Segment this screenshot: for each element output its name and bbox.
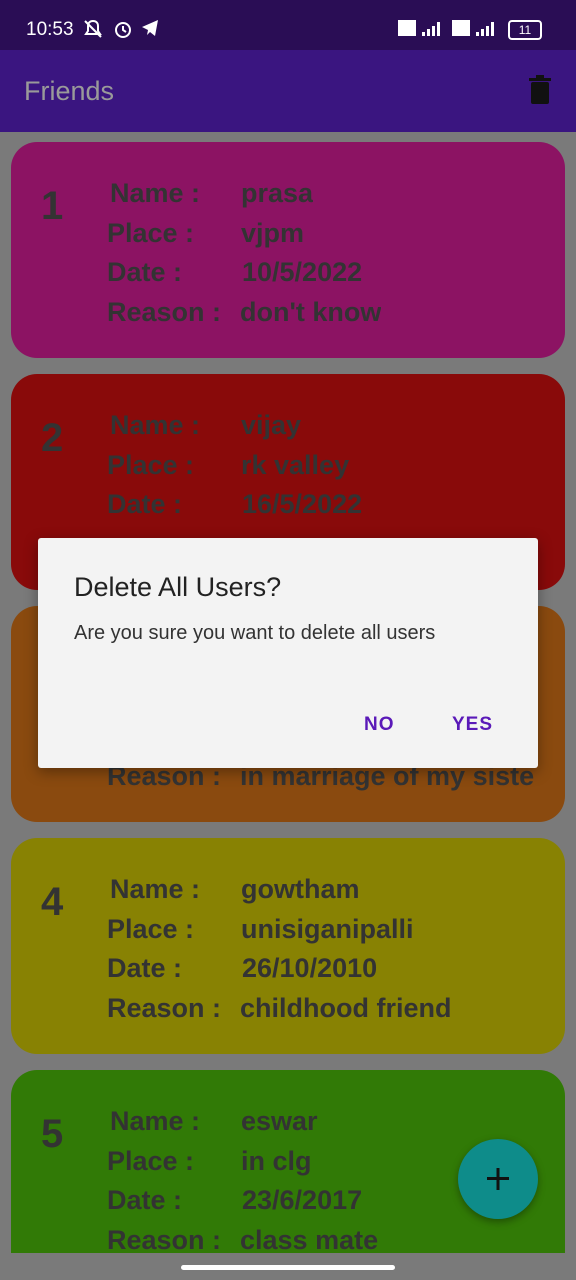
name-value: eswar (241, 1106, 318, 1136)
reason-label: Reason : (107, 1225, 222, 1253)
battery-level: 11 (518, 23, 532, 37)
name-value: gowtham (241, 874, 360, 904)
name-value: vijay (241, 410, 302, 440)
alarm-icon (115, 22, 131, 38)
reason-value: don't know (240, 297, 382, 327)
reason-value: childhood friend (240, 993, 452, 1023)
item-number: 5 (41, 1112, 64, 1156)
place-label: Place : (107, 1146, 195, 1176)
place-label: Place : (107, 450, 195, 480)
delete-all-icon[interactable] (526, 74, 554, 106)
volte-signal-icon (398, 20, 440, 36)
app-bar: Friends (0, 50, 576, 132)
item-number: 2 (41, 416, 64, 460)
reason-value: class mate (240, 1225, 379, 1253)
volte-signal-icon-2 (452, 20, 494, 36)
name-label: Name : (110, 410, 201, 440)
date-label: Date : (107, 489, 183, 519)
reason-label: Reason : (107, 993, 222, 1023)
battery-icon: 11 (508, 20, 542, 40)
place-value: in clg (241, 1146, 312, 1176)
place-label: Place : (107, 914, 195, 944)
dialog-message: Are you sure you want to delete all user… (74, 622, 436, 644)
telegram-icon (142, 20, 158, 36)
home-handle[interactable] (181, 1265, 395, 1270)
status-bar: 10:53 11 (0, 0, 576, 50)
list-item[interactable]: 4 Name : Place : Date : Reason : gowtham… (11, 838, 565, 1054)
bell-off-icon (84, 19, 102, 38)
date-value: 26/10/2010 (242, 953, 378, 983)
item-number: 1 (41, 184, 64, 228)
date-label: Date : (107, 953, 183, 983)
date-value: 23/6/2017 (242, 1185, 363, 1215)
list-item[interactable]: 1 Name : Place : Date : Reason : prasa v… (11, 142, 565, 358)
date-value: 10/5/2022 (242, 257, 363, 287)
yes-button[interactable]: YES (452, 714, 493, 736)
add-friend-button[interactable] (458, 1139, 538, 1219)
reason-label: Reason : (107, 297, 222, 327)
date-value: 16/5/2022 (242, 489, 363, 519)
place-value: rk valley (241, 450, 350, 480)
gesture-nav-bar (0, 1253, 576, 1280)
place-label: Place : (107, 218, 195, 248)
date-label: Date : (107, 257, 183, 287)
place-value: unisiganipalli (241, 914, 414, 944)
place-value: vjpm (241, 218, 305, 248)
plus-icon (487, 1168, 509, 1190)
delete-all-dialog: Delete All Users? Are you sure you want … (38, 538, 538, 768)
item-number: 4 (41, 880, 64, 924)
page-title: Friends (24, 76, 115, 106)
status-time: 10:53 (26, 19, 74, 40)
name-label: Name : (110, 874, 201, 904)
name-label: Name : (110, 178, 201, 208)
dialog-title: Delete All Users? (74, 572, 282, 602)
no-button[interactable]: NO (364, 714, 395, 736)
name-label: Name : (110, 1106, 201, 1136)
date-label: Date : (107, 1185, 183, 1215)
name-value: prasa (241, 178, 314, 208)
